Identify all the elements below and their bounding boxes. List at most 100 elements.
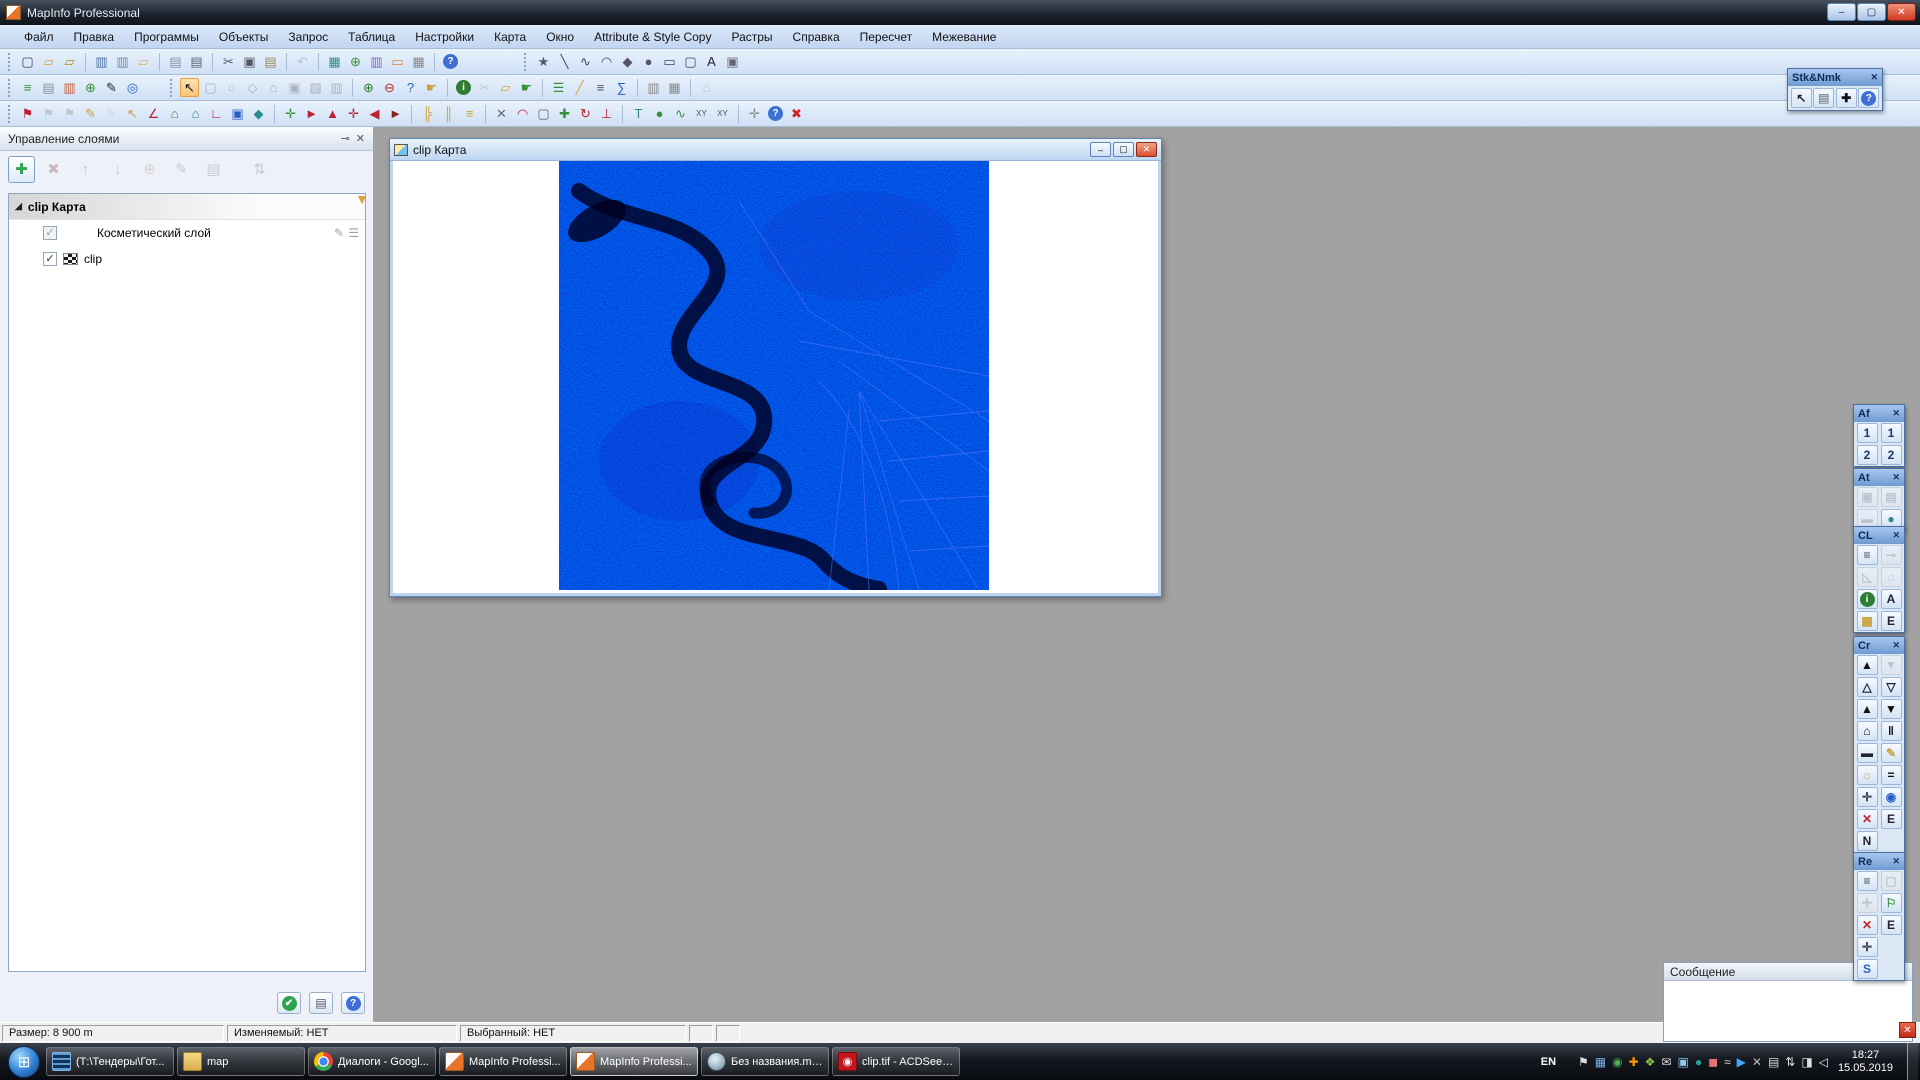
run-mapbasic-icon[interactable]: ≡ <box>18 78 37 97</box>
paste-icon[interactable]: ▤ <box>261 52 280 71</box>
stk-nmk-titlebar[interactable]: Stk&Nmk ✕ <box>1788 69 1882 86</box>
cross-cut-icon[interactable]: ✕ <box>492 104 511 123</box>
open-table-icon[interactable]: ▱ <box>39 52 58 71</box>
new-table-icon[interactable]: ▢ <box>18 52 37 71</box>
panel-help-button[interactable]: ? <box>341 992 365 1014</box>
marquee-select-icon[interactable]: ▢ <box>201 78 220 97</box>
undo-icon[interactable]: ↶ <box>293 52 312 71</box>
tray-half-icon[interactable]: ◨ <box>1801 1055 1812 1069</box>
arrow-dark-icon[interactable]: ► <box>386 104 405 123</box>
at-paste-button[interactable]: ▤ <box>1881 487 1902 507</box>
menu-справка[interactable]: Справка <box>783 27 850 47</box>
stamp-grey-icon[interactable]: ⚑ <box>39 104 58 123</box>
pin-icon[interactable]: ⊸ <box>341 132 350 145</box>
wrench-icon[interactable]: ✛ <box>745 104 764 123</box>
cr-up-outline-button[interactable]: △ <box>1857 677 1878 697</box>
tray-grid-icon[interactable]: ▦ <box>1595 1055 1606 1069</box>
cr-down-button[interactable]: ▼ <box>1881 699 1902 719</box>
clip-layer-checkbox[interactable]: ✓ <box>43 252 57 266</box>
print-preview-icon[interactable]: ▤ <box>166 52 185 71</box>
re-legend-button[interactable]: ≡ <box>1857 871 1878 891</box>
cl-legend-button[interactable]: ≡ <box>1857 545 1878 565</box>
tray-play-icon[interactable]: ▶ <box>1737 1055 1746 1069</box>
cl-e-button[interactable]: E <box>1881 611 1902 631</box>
copy-icon[interactable]: ▣ <box>240 52 259 71</box>
map-close-button[interactable]: ✕ <box>1136 142 1157 157</box>
open-dbms-icon[interactable]: ▱ <box>60 52 79 71</box>
show-desktop-button[interactable] <box>1907 1043 1918 1080</box>
af-2-left-button[interactable]: 2 <box>1857 445 1878 465</box>
cosmetic-layer-checkbox[interactable]: ✓ <box>43 226 57 240</box>
clip-target-icon[interactable]: ⌂ <box>697 78 716 97</box>
stk-nmk-close-icon[interactable]: ✕ <box>1870 72 1878 83</box>
edit-path-icon[interactable]: ✛ <box>281 104 300 123</box>
layer-order-button[interactable]: ⇅ <box>246 156 273 183</box>
polygon-select-icon[interactable]: ◇ <box>243 78 262 97</box>
line-tool-icon[interactable]: ╲ <box>555 52 574 71</box>
tray-volume-icon[interactable]: ◁ <box>1819 1055 1828 1069</box>
stamp-symbol-icon[interactable]: ⚑ <box>18 104 37 123</box>
info-tool-icon[interactable]: i <box>454 78 473 97</box>
tray-teal-icon[interactable]: ● <box>1695 1055 1702 1069</box>
cr-up-solid-button[interactable]: ▲ <box>1857 655 1878 675</box>
tray-wave-icon[interactable]: ≈ <box>1724 1055 1731 1069</box>
cr-e-button[interactable]: E <box>1881 809 1902 829</box>
clip-region-icon[interactable]: ✂ <box>475 78 494 97</box>
menu-карта[interactable]: Карта <box>484 27 536 47</box>
menu-запрос[interactable]: Запрос <box>278 27 338 47</box>
remove-layer-button[interactable]: ✖ <box>40 156 67 183</box>
save-workspace-icon[interactable]: ▱ <box>134 52 153 71</box>
graph-select-icon[interactable]: ▥ <box>327 78 346 97</box>
layer-row-cosmetic[interactable]: ✓ Косметический слой ✎ ☰ <box>9 220 365 246</box>
angle-measure-icon[interactable]: ∠ <box>144 104 163 123</box>
re-e-button[interactable]: E <box>1881 915 1902 935</box>
af-1-left-button[interactable]: 1 <box>1857 423 1878 443</box>
steps-icon[interactable]: ≡ <box>460 104 479 123</box>
re-close-sub-button[interactable]: ✕ <box>1857 915 1878 935</box>
label-tool-icon[interactable]: ▱ <box>496 78 515 97</box>
help-blue-icon[interactable]: ? <box>766 104 785 123</box>
move-layer-up-button[interactable]: ↑ <box>72 156 99 183</box>
re-s-button[interactable]: S <box>1857 959 1878 979</box>
delete-red-icon[interactable]: ✖ <box>787 104 806 123</box>
maximize-button[interactable]: ▢ <box>1857 3 1886 21</box>
toolbar-grip[interactable] <box>6 53 12 71</box>
arrow-left-icon[interactable]: ◀ <box>365 104 384 123</box>
columns-icon[interactable]: ║ <box>439 104 458 123</box>
cr-edit-button[interactable]: ✎ <box>1881 743 1902 763</box>
save-copy-icon[interactable]: ▥ <box>113 52 132 71</box>
toolbar-grip[interactable] <box>522 53 528 71</box>
panel-cl-titlebar[interactable]: CL✕ <box>1854 527 1904 544</box>
menu-настройки[interactable]: Настройки <box>405 27 484 47</box>
map-minimize-button[interactable]: – <box>1090 142 1111 157</box>
preview-button[interactable]: ▤ <box>309 992 333 1014</box>
taskbar-mapinfo-button[interactable]: MapInfo Professi... <box>439 1047 567 1076</box>
af-1-right-button[interactable]: 1 <box>1881 423 1902 443</box>
filter-funnel-icon[interactable]: ▼ <box>355 191 369 207</box>
menu-файл[interactable]: Файл <box>14 27 64 47</box>
legend-icon[interactable]: ≡ <box>591 78 610 97</box>
panel-re-titlebar[interactable]: Re✕ <box>1854 853 1904 870</box>
map-maximize-button[interactable]: ▢ <box>1113 142 1134 157</box>
stk-add-icon[interactable]: ✚ <box>1836 88 1857 108</box>
invert-selection-icon[interactable]: ▨ <box>306 78 325 97</box>
style-brush-grey-icon[interactable]: ✎ <box>102 104 121 123</box>
panel-cl-close-icon[interactable]: ✕ <box>1892 530 1900 541</box>
ellipse-tool-icon[interactable]: ● <box>639 52 658 71</box>
statistics-icon[interactable]: ∑ <box>612 78 631 97</box>
text-table-icon[interactable]: T <box>629 104 648 123</box>
apply-button[interactable]: ✔ <box>277 992 301 1014</box>
frame-tool-icon[interactable]: ▣ <box>723 52 742 71</box>
unselect-all-icon[interactable]: ▣ <box>285 78 304 97</box>
cl-region-button[interactable]: ⌂ <box>1881 567 1902 587</box>
node-square-icon[interactable]: ▣ <box>228 104 247 123</box>
geo-tool-icon[interactable]: ◎ <box>123 78 142 97</box>
panel-re-close-icon[interactable]: ✕ <box>1892 856 1900 867</box>
print-icon[interactable]: ▤ <box>187 52 206 71</box>
re-flag-button[interactable]: ⚐ <box>1881 893 1902 913</box>
panel-af-titlebar[interactable]: Af✕ <box>1854 405 1904 422</box>
cr-down-grey-button[interactable]: ▼ <box>1881 655 1902 675</box>
tray-flag-icon[interactable]: ⚑ <box>1578 1055 1589 1069</box>
close-panel-icon[interactable]: ✕ <box>356 132 365 145</box>
xy-coords-icon[interactable]: XY <box>692 104 711 123</box>
